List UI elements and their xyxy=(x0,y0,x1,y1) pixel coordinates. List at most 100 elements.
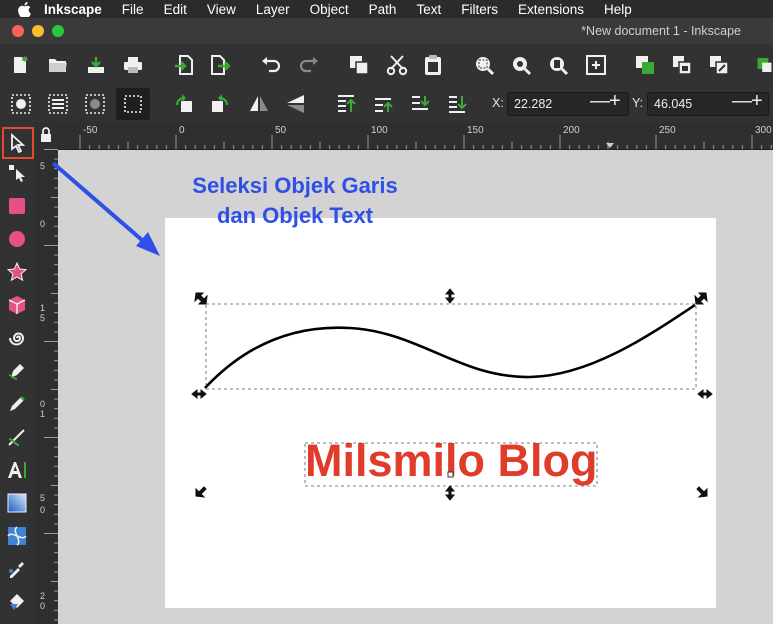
text-object[interactable]: Milsmilo Blog xyxy=(305,436,598,486)
node-tool[interactable] xyxy=(4,160,30,186)
deselect-icon[interactable] xyxy=(116,88,150,120)
x-value: 22.282 xyxy=(514,97,553,111)
lower-to-bottom-icon[interactable] xyxy=(445,92,469,116)
cut-icon[interactable] xyxy=(385,53,409,77)
save-icon[interactable] xyxy=(84,53,108,77)
ruler-left[interactable]: 5015015020 xyxy=(35,149,58,624)
rotate-ccw-icon[interactable] xyxy=(172,92,196,116)
ruler-top-label: 150 xyxy=(467,125,484,136)
text-tool[interactable] xyxy=(4,457,30,483)
import-icon[interactable] xyxy=(172,53,196,77)
menu-text[interactable]: Text xyxy=(416,2,441,17)
window-title: *New document 1 - Inkscape xyxy=(581,24,741,38)
pen-tool[interactable] xyxy=(4,358,30,384)
menu-app[interactable]: Inkscape xyxy=(44,2,102,17)
flip-vertical-icon[interactable] xyxy=(283,92,307,116)
menu-bar: Inkscape File Edit View Layer Object Pat… xyxy=(0,0,773,18)
ruler-left-label: 5 xyxy=(40,493,45,503)
bucket-tool[interactable] xyxy=(4,589,30,615)
ellipse-tool[interactable] xyxy=(4,226,30,252)
select-all-layers-icon[interactable] xyxy=(46,92,70,116)
redo-icon[interactable] xyxy=(297,53,321,77)
ruler-left-label: 0 xyxy=(40,219,45,229)
ruler-left-ticks: 5015015020 xyxy=(40,149,58,621)
menu-view[interactable]: View xyxy=(207,2,236,17)
bucket-icon xyxy=(10,594,24,610)
clone-icon[interactable] xyxy=(670,53,694,77)
pen-icon xyxy=(8,364,24,380)
rectangle-icon xyxy=(9,198,25,214)
menu-file[interactable]: File xyxy=(122,2,144,17)
ellipse-icon xyxy=(9,231,25,247)
ruler-top-label: 0 xyxy=(179,125,185,136)
ruler-corner xyxy=(35,122,58,149)
flip-horizontal-icon[interactable] xyxy=(247,92,271,116)
minimize-window-button[interactable] xyxy=(32,25,44,37)
lower-icon[interactable] xyxy=(408,92,432,116)
gradient-tool[interactable] xyxy=(4,490,30,516)
menu-object[interactable]: Object xyxy=(310,2,349,17)
ruler-top[interactable]: -50 0 50 100 150 200 250 300 xyxy=(58,122,773,150)
copy-icon[interactable] xyxy=(347,53,371,77)
close-window-button[interactable] xyxy=(12,25,24,37)
y-increment-icon[interactable]: + xyxy=(751,90,763,113)
raise-icon[interactable] xyxy=(371,92,395,116)
menu-extensions[interactable]: Extensions xyxy=(518,2,584,17)
ruler-left-label: 5 xyxy=(40,161,45,171)
invert-selection-icon[interactable] xyxy=(83,92,107,116)
menu-filters[interactable]: Filters xyxy=(461,2,498,17)
rotate-cw-icon[interactable] xyxy=(208,92,232,116)
spiral-icon xyxy=(9,332,25,346)
paste-icon[interactable] xyxy=(421,53,445,77)
commands-bar xyxy=(0,44,773,87)
x-increment-icon[interactable]: + xyxy=(609,90,621,113)
spiral-tool[interactable] xyxy=(4,325,30,351)
menu-edit[interactable]: Edit xyxy=(164,2,187,17)
menu-help[interactable]: Help xyxy=(604,2,632,17)
lock-icon[interactable] xyxy=(35,122,58,149)
rect-tool[interactable] xyxy=(4,193,30,219)
ruler-top-label: 300 xyxy=(755,125,772,136)
zoom-page-width-icon[interactable] xyxy=(584,53,608,77)
undo-icon[interactable] xyxy=(259,53,283,77)
dropper-tool[interactable] xyxy=(4,556,30,582)
zoom-page-icon[interactable] xyxy=(546,53,570,77)
menu-path[interactable]: Path xyxy=(369,2,397,17)
calligraphy-tool[interactable] xyxy=(4,424,30,450)
export-icon[interactable] xyxy=(208,53,232,77)
gradient-icon xyxy=(7,493,27,513)
new-document-icon[interactable] xyxy=(8,53,32,77)
unlink-clone-icon[interactable] xyxy=(707,53,731,77)
selector-tool[interactable] xyxy=(2,127,34,159)
star-tool[interactable] xyxy=(4,259,30,285)
ruler-top-label: 50 xyxy=(275,125,287,136)
tool-controls-bar: X: 22.282 — + Y: 46.045 — + xyxy=(0,86,773,122)
cube-icon xyxy=(8,296,26,314)
window-titlebar: *New document 1 - Inkscape xyxy=(0,18,773,44)
3dbox-tool[interactable] xyxy=(4,292,30,318)
y-decrement-icon[interactable]: — xyxy=(732,90,752,113)
annotation-line-2: dan Objek Text xyxy=(216,203,374,228)
select-all-icon[interactable] xyxy=(9,92,33,116)
select-original-icon[interactable] xyxy=(756,53,773,77)
raise-to-top-icon[interactable] xyxy=(334,92,358,116)
ruler-left-label: 0 xyxy=(40,505,45,515)
zoom-drawing-icon[interactable] xyxy=(509,53,533,77)
open-folder-icon[interactable] xyxy=(46,53,70,77)
menu-layer[interactable]: Layer xyxy=(256,2,290,17)
zoom-selection-icon[interactable] xyxy=(472,53,496,77)
zoom-window-button[interactable] xyxy=(52,25,64,37)
ruler-left-label: 1 xyxy=(40,409,45,419)
y-value: 46.045 xyxy=(654,97,693,111)
mesh-tool[interactable] xyxy=(4,523,30,549)
pencil-tool[interactable] xyxy=(4,391,30,417)
ruler-top-label: -50 xyxy=(83,125,98,136)
x-decrement-icon[interactable]: — xyxy=(590,90,610,113)
document-page[interactable] xyxy=(165,218,716,608)
apple-icon[interactable] xyxy=(18,1,32,17)
annotation-text: Seleksi Objek Garis dan Objek Text xyxy=(165,171,425,231)
print-icon[interactable] xyxy=(121,53,145,77)
duplicate-icon[interactable] xyxy=(633,53,657,77)
ruler-left-label: 2 xyxy=(40,591,45,601)
star-icon xyxy=(7,262,27,282)
